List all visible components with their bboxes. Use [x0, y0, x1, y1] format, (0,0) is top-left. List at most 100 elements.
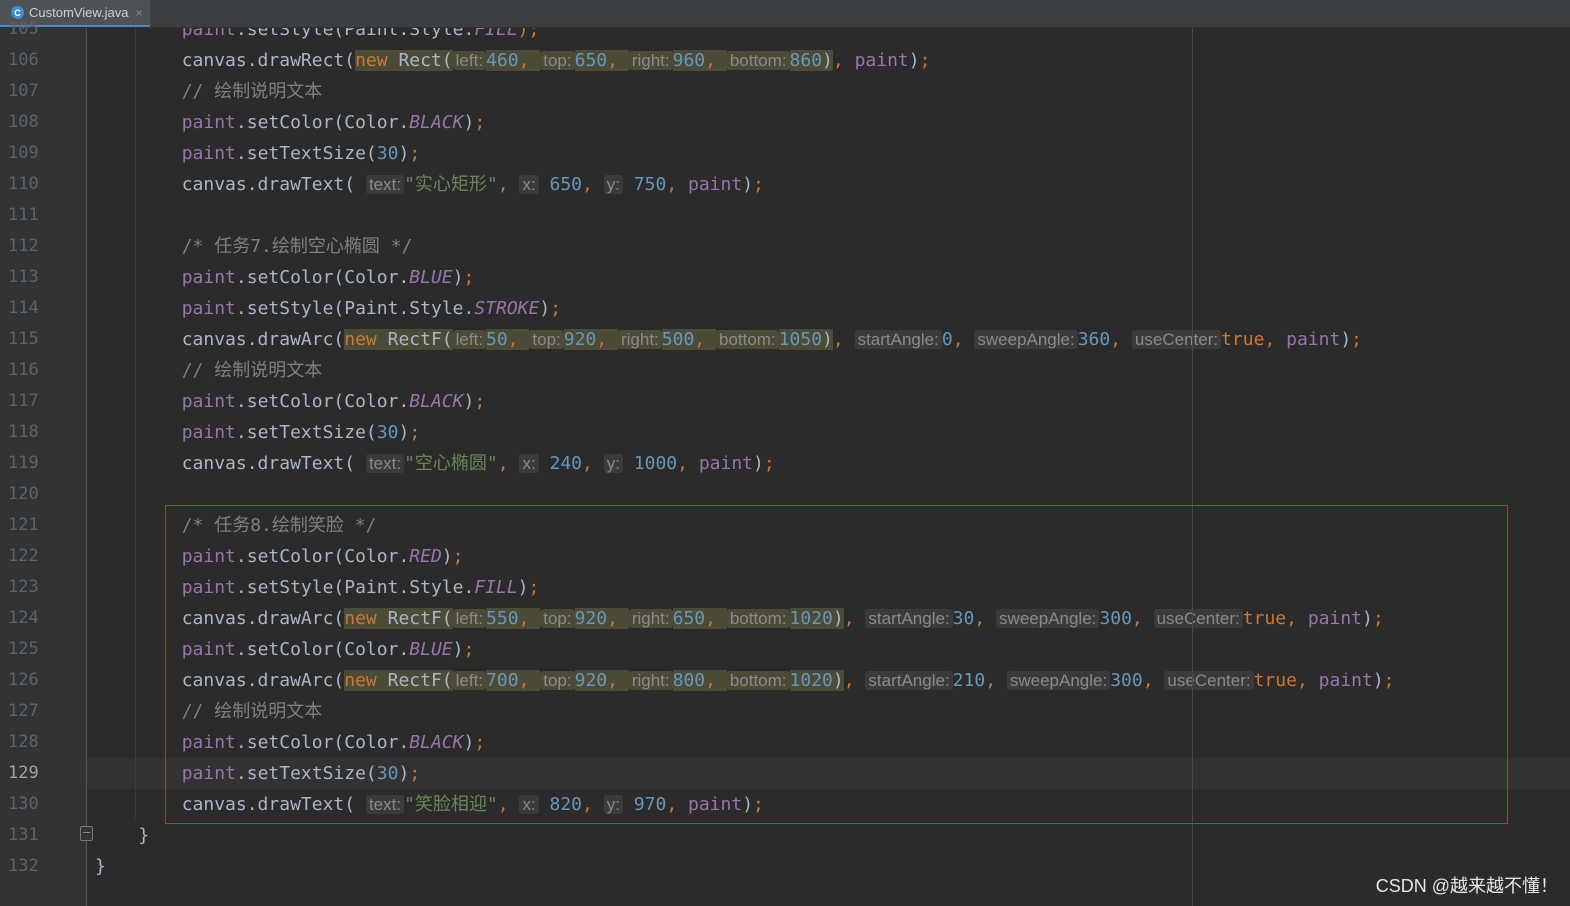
code-line[interactable]: canvas.drawRect(new Rect(left: 460, top: 6… [95, 45, 930, 76]
code-token: ) [742, 794, 754, 815]
code-line[interactable]: canvas.drawArc(new RectF(left: 50, top: 92… [95, 324, 1362, 355]
code-token: , [985, 670, 1007, 691]
parameter-hint: y: [603, 175, 623, 194]
code-token: paint [181, 422, 236, 443]
code-token: ; [528, 577, 540, 598]
parameter-hint: right: [628, 609, 673, 628]
code-token: ) [463, 112, 475, 133]
code-token: canvas.drawText( [95, 174, 366, 195]
code-editor[interactable]: paint.setStyle(Paint.Style.FILL); canvas… [87, 28, 1570, 906]
code-line[interactable]: paint.setTextSize(30); [95, 758, 420, 789]
code-token: new [355, 50, 399, 71]
code-token: /* 任务7.绘制空心椭圆 */ [181, 236, 413, 257]
code-token: paint [1307, 608, 1362, 629]
code-token: , [677, 453, 699, 474]
code-token: true [1253, 670, 1297, 691]
line-number: 113 [8, 267, 39, 287]
line-number: 107 [8, 81, 39, 101]
code-token: 650 [538, 174, 583, 195]
line-number: 130 [8, 794, 39, 814]
code-token: 30 [376, 763, 399, 784]
code-token: , [1142, 670, 1165, 691]
line-number: 131 [8, 825, 39, 845]
code-token: .setTextSize( [235, 763, 377, 784]
code-token: , [666, 794, 688, 815]
code-token: , [1296, 670, 1319, 691]
code-line[interactable]: paint.setColor(Color.RED); [95, 541, 464, 572]
code-token: canvas.drawArc( [95, 329, 345, 350]
code-token: ; [409, 422, 421, 443]
code-line[interactable]: paint.setColor(Color.BLACK); [95, 727, 485, 758]
parameter-hint: sweepAngle: [974, 330, 1078, 349]
line-number: 127 [8, 701, 39, 721]
tab-close-icon[interactable]: × [135, 6, 142, 20]
code-token: ); [517, 28, 540, 40]
code-line[interactable]: // 绘制说明文本 [95, 76, 323, 107]
parameter-hint: left: [452, 51, 487, 70]
code-line[interactable]: } [95, 851, 106, 882]
code-token: 300 [1099, 608, 1132, 629]
code-line[interactable]: // 绘制说明文本 [95, 696, 323, 727]
code-token: 550 [486, 608, 519, 629]
line-number: 105 [8, 19, 39, 39]
parameter-hint: y: [603, 454, 623, 473]
code-line[interactable]: paint.setStyle(Paint.Style.FILL); [95, 28, 540, 45]
code-token: canvas.drawArc( [95, 608, 345, 629]
code-token: ; [409, 143, 421, 164]
code-token: RectF( [387, 329, 453, 350]
code-line[interactable]: paint.setColor(Color.BLUE); [95, 262, 475, 293]
right-margin-guide [1192, 28, 1193, 906]
code-line[interactable]: canvas.drawText( text: "实心矩形", x: 650, y:… [95, 169, 764, 200]
code-line[interactable]: /* 任务7.绘制空心椭圆 */ [95, 231, 413, 262]
code-token: 1000 [622, 453, 678, 474]
code-token: .setColor(Color. [235, 732, 410, 753]
code-token: ; [452, 546, 464, 567]
code-token: ; [409, 763, 421, 784]
code-token: .setTextSize( [235, 143, 377, 164]
code-line[interactable]: paint.setStyle(Paint.Style.STROKE); [95, 293, 561, 324]
code-line[interactable]: canvas.drawArc(new RectF(left: 550, top: 9… [95, 603, 1384, 634]
code-token: , [843, 608, 866, 629]
code-token: 820 [538, 794, 583, 815]
code-token: ) [822, 50, 833, 71]
code-line[interactable]: /* 任务8.绘制笑脸 */ [95, 510, 377, 541]
parameter-hint: top: [540, 51, 575, 70]
code-token: FILL [474, 577, 518, 598]
code-token: 500 [661, 329, 695, 350]
line-number: 114 [8, 298, 39, 318]
code-line[interactable]: paint.setColor(Color.BLUE); [95, 634, 475, 665]
code-line[interactable]: paint.setTextSize(30); [95, 138, 420, 169]
code-token: , [1110, 329, 1132, 350]
code-token: ; [550, 298, 562, 319]
code-line[interactable]: canvas.drawText( text: "笑脸相迎", x: 820, y:… [95, 789, 764, 820]
code-line[interactable]: canvas.drawText( text: "空心椭圆", x: 240, y:… [95, 448, 775, 479]
code-line[interactable]: } [95, 820, 149, 851]
code-token: ; [463, 267, 475, 288]
code-line[interactable]: paint.setColor(Color.BLACK); [95, 386, 485, 417]
code-token: "空心椭圆" [404, 453, 498, 474]
code-token: 920 [563, 329, 597, 350]
code-token: .setStyle(Paint.Style. [235, 577, 475, 598]
code-token: , [952, 329, 975, 350]
code-token: 0 [941, 329, 953, 350]
code-token: RectF( [387, 608, 453, 629]
code-token: 1050 [778, 329, 823, 350]
parameter-hint: top: [529, 330, 564, 349]
code-line[interactable]: paint.setStyle(Paint.Style.FILL); [95, 572, 540, 603]
code-line[interactable]: paint.setColor(Color.BLACK); [95, 107, 485, 138]
line-number: 124 [8, 608, 39, 628]
code-token: 30 [376, 143, 399, 164]
code-line[interactable]: // 绘制说明文本 [95, 355, 323, 386]
code-line[interactable]: canvas.drawArc(new RectF(left: 700, top: 9… [95, 665, 1395, 696]
fold-collapse-icon[interactable] [80, 826, 93, 841]
code-token: ) [398, 143, 410, 164]
code-line[interactable]: paint.setTextSize(30); [95, 417, 420, 448]
code-token: , [518, 50, 541, 71]
